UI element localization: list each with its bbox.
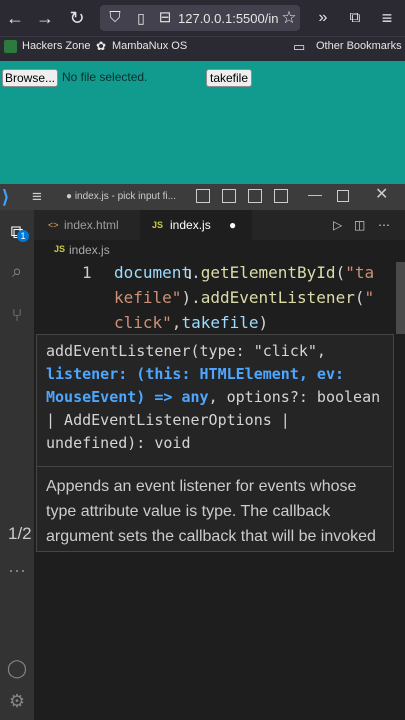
code-token: ) xyxy=(258,313,269,332)
vscode-logo-icon: ⟩ xyxy=(2,187,10,207)
bookmark-mambanux[interactable]: MambaNux OS xyxy=(112,40,187,52)
line-number: 1 xyxy=(82,263,92,282)
hover-documentation: Appends an event listener for events who… xyxy=(46,478,376,545)
code-token: ). xyxy=(181,288,201,307)
accounts-icon[interactable]: ◯ xyxy=(6,657,28,679)
code-token: getElementById xyxy=(200,263,336,282)
menu-icon[interactable]: ≡ xyxy=(374,0,400,36)
code-token: ( xyxy=(335,263,346,282)
code-token: , xyxy=(171,313,182,332)
file-status: No file selected. xyxy=(62,70,148,84)
overflow-chevron-icon[interactable]: » xyxy=(310,0,336,36)
overload-counter[interactable]: 1/2 xyxy=(8,524,32,544)
split-editor-icon[interactable]: ◫ xyxy=(354,210,365,240)
mambanux-icon: ✿ xyxy=(96,39,107,53)
signature-part: addEventListener(type: "click", xyxy=(46,342,326,360)
code-token: addEventListener xyxy=(200,288,355,307)
more-actions-icon[interactable]: ⋯ xyxy=(378,210,390,240)
minimize-icon[interactable]: — xyxy=(308,186,322,202)
code-token: "ta xyxy=(345,263,375,282)
breadcrumb-js-icon: JS xyxy=(54,244,66,254)
run-icon[interactable]: ▷ xyxy=(333,210,342,240)
menu-icon[interactable]: ≡ xyxy=(32,186,42,208)
bookmark-star-icon[interactable]: ☆ xyxy=(276,0,302,36)
text-cursor-icon: I xyxy=(188,266,192,282)
more-icon[interactable]: ⋯ xyxy=(6,560,28,582)
source-control-icon[interactable]: ⑂ xyxy=(6,304,28,326)
bookmark-other[interactable]: Other Bookmarks xyxy=(316,40,402,52)
back-icon[interactable]: ← xyxy=(2,0,28,36)
shield-icon[interactable]: ⛉ xyxy=(102,0,128,36)
search-icon[interactable]: ⌕ xyxy=(6,260,28,282)
maximize-icon[interactable] xyxy=(337,190,349,202)
code-line-2[interactable]: kefile").addEventListener(" xyxy=(114,288,374,307)
extensions-icon[interactable]: ⧉ xyxy=(342,0,368,36)
code-token: click" xyxy=(114,313,172,332)
folder-icon: ▭ xyxy=(293,39,306,54)
html-file-icon: <> xyxy=(48,220,59,230)
tab-index-html[interactable]: index.html xyxy=(64,210,119,240)
breadcrumb[interactable]: index.js xyxy=(69,243,110,257)
close-window-icon[interactable]: ✕ xyxy=(375,184,388,204)
window-title: ● index.js - pick input fi... xyxy=(66,191,176,202)
code-line-1[interactable]: document.getElementById("ta xyxy=(114,263,374,282)
code-token: kefile" xyxy=(114,288,182,307)
takefile-button[interactable]: takefile xyxy=(206,69,252,87)
web-page xyxy=(0,61,405,185)
tab-index-js[interactable]: index.js xyxy=(170,210,211,240)
code-token: docume xyxy=(114,263,172,282)
js-file-icon: JS xyxy=(152,220,164,230)
site-info-icon[interactable]: ⊟ xyxy=(152,0,178,36)
code-line-3[interactable]: click",takefile) xyxy=(114,313,268,332)
browse-button[interactable]: Browse... xyxy=(2,69,58,87)
explorer-badge: 1 xyxy=(17,230,29,242)
forward-icon[interactable]: → xyxy=(32,0,58,36)
toggle-secondary-sidebar-icon[interactable] xyxy=(248,189,262,203)
page-icon: ▯ xyxy=(137,10,145,26)
code-token: takefile xyxy=(181,313,259,332)
layout-icon[interactable] xyxy=(274,189,288,203)
code-token: nt. xyxy=(171,263,201,282)
bookmark-hackers-zone[interactable]: Hackers Zone xyxy=(22,40,90,52)
toggle-panel-icon[interactable] xyxy=(222,189,236,203)
toggle-sidebar-icon[interactable] xyxy=(196,189,210,203)
hover-divider xyxy=(36,466,392,467)
reload-icon[interactable]: ↻ xyxy=(64,0,90,36)
editor-scrollbar[interactable] xyxy=(396,262,405,334)
signature-text: addEventListener(type: "click", listener… xyxy=(46,340,390,455)
activity-bar xyxy=(0,210,34,720)
hackers-zone-icon xyxy=(4,40,17,53)
unsaved-dot-icon[interactable]: ● xyxy=(229,210,236,240)
settings-gear-icon[interactable]: ⚙ xyxy=(6,690,28,712)
code-token: " xyxy=(364,288,375,307)
